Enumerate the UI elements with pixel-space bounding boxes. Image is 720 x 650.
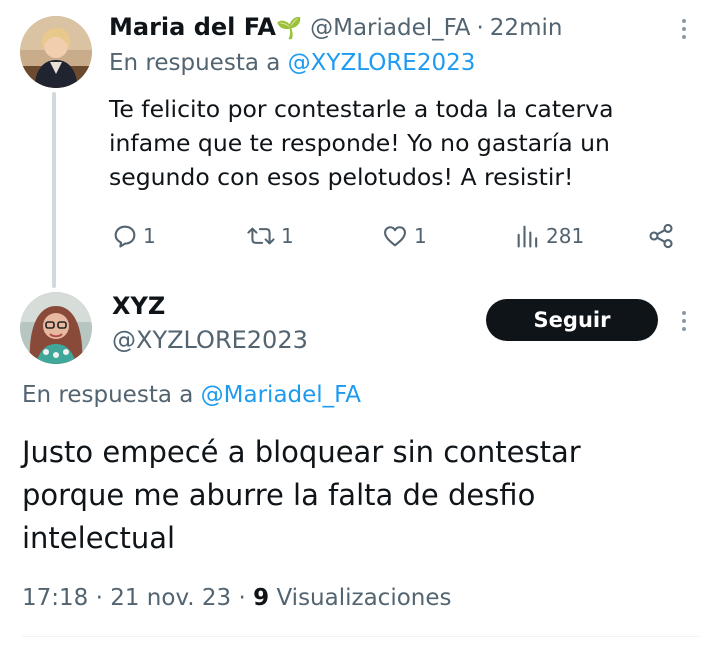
retweet-icon	[245, 222, 277, 250]
tweet-time[interactable]: 17:18	[22, 585, 88, 611]
retweet-count: 1	[281, 224, 294, 248]
replying-to-handle[interactable]: @XYZLORE2023	[288, 50, 476, 76]
like-button[interactable]: 1	[380, 222, 427, 250]
views-button[interactable]: 281	[514, 222, 584, 250]
tweet-meta: 17:18 · 21 nov. 23 · 9 Visualizaciones	[22, 585, 452, 611]
views-icon	[514, 222, 542, 250]
time-separator: ·	[476, 15, 484, 41]
like-icon	[380, 222, 410, 250]
tweet-text-line: Te felicito por contestarle a toda la ca…	[109, 95, 614, 123]
reply-count: 1	[143, 224, 156, 248]
author-handle[interactable]: @Mariadel_FA	[310, 15, 470, 41]
like-count: 1	[414, 224, 427, 248]
tweet-date[interactable]: 21 nov. 23	[110, 585, 231, 611]
more-options-icon[interactable]	[682, 19, 686, 39]
replying-to-prefix: En respuesta a	[109, 50, 281, 76]
tweet-text: Te felicito por contestarle a toda la ca…	[109, 92, 613, 194]
replying-to: En respuesta a @Mariadel_FA	[22, 382, 361, 408]
meta-separator: ·	[95, 585, 103, 611]
more-options-icon[interactable]	[682, 311, 686, 331]
share-icon	[647, 223, 675, 254]
tweet-text-line: intelectual	[22, 521, 176, 555]
reply-icon	[111, 222, 139, 250]
follow-button[interactable]: Seguir	[486, 299, 658, 341]
thread-line	[52, 92, 56, 288]
plant-emoji-icon: 🌱	[275, 16, 303, 40]
author-handle[interactable]: @XYZLORE2023	[112, 326, 308, 354]
author-name[interactable]: XYZ	[112, 292, 165, 320]
tweet-text-line: infame que te responde! Yo no gastaría u…	[109, 129, 610, 157]
replying-to-handle[interactable]: @Mariadel_FA	[201, 382, 361, 408]
tweet-text-line: Justo empecé a bloquear sin contestar	[22, 435, 581, 469]
tweet-text-line: segundo con esos pelotudos! A resistir!	[109, 163, 574, 191]
share-button[interactable]	[647, 222, 675, 254]
replying-to-prefix: En respuesta a	[22, 382, 194, 408]
divider	[22, 636, 699, 637]
tweet-text: Justo empecé a bloquear sin contestar po…	[22, 431, 581, 560]
views-count: 281	[546, 224, 585, 248]
avatar-xyz[interactable]	[20, 292, 92, 364]
tweet-text-line: porque me aburre la falta de desfio	[22, 478, 536, 512]
replying-to: En respuesta a @XYZLORE2023	[109, 50, 475, 76]
meta-separator: ·	[238, 585, 246, 611]
views-label: Visualizaciones	[276, 585, 452, 611]
reply-header: Maria del FA 🌱 @Mariadel_FA · 22min	[109, 13, 562, 45]
avatar-maria[interactable]	[20, 16, 92, 88]
views-count: 9	[253, 585, 270, 611]
reply-button[interactable]: 1	[111, 222, 156, 250]
retweet-button[interactable]: 1	[245, 222, 294, 250]
tweet-time[interactable]: 22min	[490, 15, 563, 41]
author-name[interactable]: Maria del FA	[109, 13, 276, 41]
